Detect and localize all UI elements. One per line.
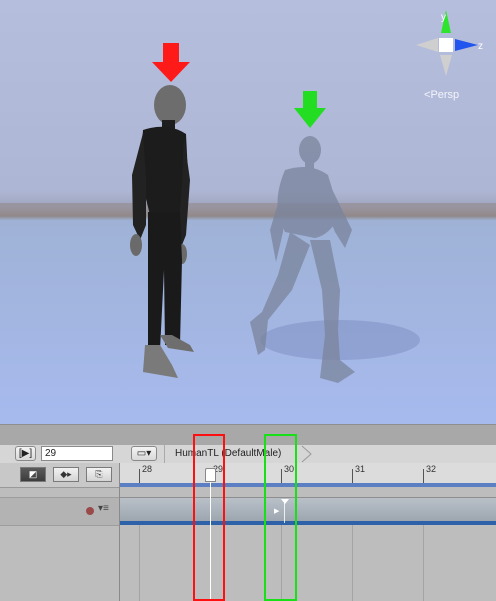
- dopesheet-mode-button[interactable]: ◩: [20, 467, 46, 482]
- breadcrumb-chevron-icon: [301, 445, 312, 463]
- record-dot-icon[interactable]: [86, 507, 94, 515]
- frame-gridline: [139, 525, 140, 601]
- ruler-tick: [352, 469, 353, 483]
- ruler-tick: [423, 469, 424, 483]
- ruler-tick: [139, 469, 140, 483]
- mode-toolbar: ◩ ◆▸ ⎘: [0, 463, 119, 488]
- animation-toolbar: [▶] 29 ▭▾ HumanTL (DefaultMale): [0, 445, 496, 464]
- track-menu-icon[interactable]: ▾≡: [98, 503, 109, 514]
- clip-menu-button[interactable]: ▭▾: [131, 446, 157, 461]
- tick-label: 32: [426, 464, 437, 474]
- projection-label: Persp: [430, 89, 460, 101]
- clip-range-bar: [120, 483, 496, 487]
- clip-track-underline: [120, 521, 496, 525]
- tick-label: 28: [142, 464, 153, 474]
- hierarchy-panel: ◩ ◆▸ ⎘ ▾≡: [0, 463, 120, 601]
- projection-toggle[interactable]: <Persp: [424, 89, 459, 101]
- character-figure: [130, 85, 194, 378]
- scene-gizmo-icon[interactable]: y z: [416, 10, 483, 76]
- current-frame-field[interactable]: 29: [41, 446, 113, 461]
- next-frame-highlight: [264, 434, 297, 601]
- add-key-button[interactable]: ◆▸: [53, 467, 79, 482]
- panel-divider[interactable]: [0, 424, 496, 446]
- track-row[interactable]: ▾≡: [0, 497, 119, 526]
- svg-text:y: y: [441, 12, 446, 23]
- clip-menu-icon: ▭▾: [136, 448, 152, 459]
- green-arrow-icon: [294, 91, 326, 128]
- play-button[interactable]: [▶]: [15, 446, 36, 461]
- timeline-panel[interactable]: 28 29 30 31 32 ▶: [120, 463, 496, 601]
- scene-canvas[interactable]: y z: [0, 0, 496, 424]
- scene-view[interactable]: y z <Persp: [0, 0, 496, 424]
- svg-text:z: z: [478, 41, 483, 52]
- red-arrow-icon: [152, 43, 190, 82]
- time-ruler[interactable]: 28 29 30 31 32: [120, 463, 496, 484]
- add-event-button[interactable]: ⎘: [86, 467, 112, 482]
- tick-label: 31: [355, 464, 366, 474]
- frame-gridline: [352, 525, 353, 601]
- frame-gridline: [423, 525, 424, 601]
- current-frame-highlight: [193, 434, 225, 601]
